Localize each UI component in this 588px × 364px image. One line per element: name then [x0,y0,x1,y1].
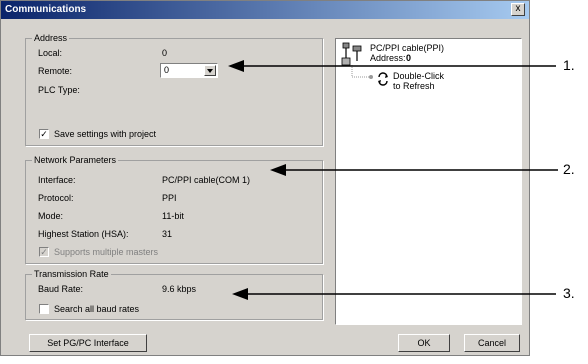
protocol-label: Protocol: [38,193,74,203]
callout-arrow-2 [270,164,558,176]
dialog-title: Communications [5,4,87,15]
save-settings-checkbox[interactable]: ✓ [39,129,49,139]
cable-name: PC/PPI cable(PPI) [370,43,445,53]
close-button[interactable]: x [511,3,525,16]
address-group: Address Local: 0 Remote: 0 PLC Type: ✓ S… [25,33,323,146]
network-legend: Network Parameters [32,155,119,165]
callout-label-3: 3. [563,285,575,301]
baud-rate-label: Baud Rate: [38,284,84,294]
callout-label-2: 2. [563,161,575,177]
chevron-down-icon[interactable] [204,65,216,76]
search-baud-rates-checkbox[interactable] [39,304,49,314]
remote-label: Remote: [38,66,73,76]
network-tree-panel[interactable]: PC/PPI cable(PPI) Address: 0 Double-Clic… [335,38,522,325]
local-value: 0 [162,48,168,58]
mode-value: 11-bit [162,211,184,221]
callout-label-1: 1. [563,57,575,73]
callout-arrow-1 [228,60,556,72]
cancel-button[interactable]: Cancel [464,334,520,352]
plc-type-label: PLC Type: [38,85,80,95]
search-baud-rates-label: Search all baud rates [54,304,140,314]
hsa-value: 31 [162,229,173,239]
save-settings-label: Save settings with project [54,129,157,139]
baud-rate-value: 9.6 kbps [162,284,197,294]
title-bar: Communications x [1,1,529,19]
local-label: Local: [38,48,63,58]
remote-address-value: 0 [164,65,170,75]
transmission-legend: Transmission Rate [32,269,111,279]
mode-label: Mode: [38,211,64,221]
set-pgpc-interface-button[interactable]: Set PG/PC Interface [29,334,147,352]
hsa-label: Highest Station (HSA): [38,229,129,239]
refresh-line2: to Refresh [393,81,435,91]
interface-label: Interface: [38,175,76,185]
multiple-masters-checkbox: ✓ [39,247,49,257]
address-legend: Address [32,33,70,43]
multiple-masters-label: Supports multiple masters [54,247,159,257]
interface-value: PC/PPI cable(COM 1) [162,175,251,185]
remote-address-dropdown[interactable]: 0 [160,63,218,78]
callout-arrow-3 [232,288,556,300]
protocol-value: PPI [162,193,177,203]
ok-button[interactable]: OK [398,334,450,352]
